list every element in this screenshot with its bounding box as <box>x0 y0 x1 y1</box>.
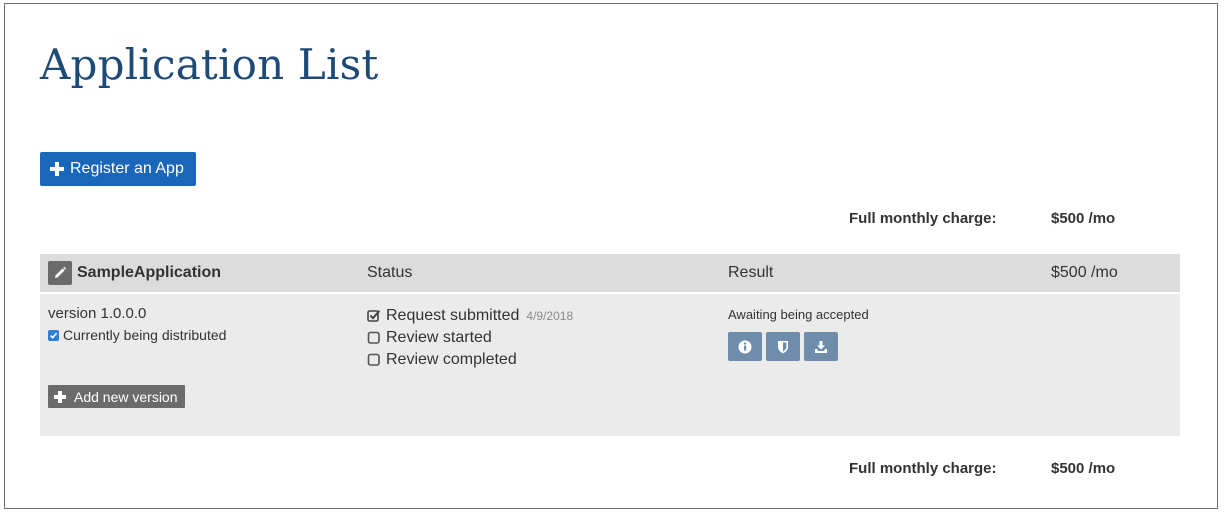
page-title: Application List <box>40 40 379 89</box>
status-list: Request submitted 4/9/2018 Review starte… <box>367 305 573 371</box>
checkbox-empty-icon <box>367 331 380 344</box>
status-item-review-completed: Review completed <box>367 349 573 371</box>
status-item-review-started: Review started <box>367 327 573 349</box>
application-name: SampleApplication <box>77 264 222 281</box>
application-header-row: SampleApplication Status Result $500 /mo <box>40 254 1180 292</box>
application-version-row: version 1.0.0.0 Currently being distribu… <box>40 294 1180 436</box>
monthly-charge-top: Full monthly charge: $500 /mo <box>0 210 1224 230</box>
monthly-charge-value: $500 /mo <box>1051 210 1116 227</box>
pencil-icon[interactable] <box>48 261 72 285</box>
status-label: Review started <box>386 329 492 346</box>
monthly-charge-label: Full monthly charge: <box>849 460 997 477</box>
shield-icon[interactable] <box>766 332 800 361</box>
add-new-version-button[interactable]: Add new version <box>48 385 185 408</box>
status-column-header: Status <box>367 264 413 281</box>
register-app-label: Register an App <box>70 160 184 177</box>
info-icon[interactable] <box>728 332 762 361</box>
download-icon[interactable] <box>804 332 838 361</box>
result-column-header: Result <box>728 264 774 281</box>
register-app-button[interactable]: Register an App <box>40 152 196 186</box>
status-label: Review completed <box>386 351 517 368</box>
result-text: Awaiting being accepted <box>728 307 869 322</box>
status-item-request-submitted: Request submitted 4/9/2018 <box>367 305 573 327</box>
checkbox-checked-icon[interactable] <box>48 329 59 341</box>
checkbox-empty-icon <box>367 353 380 366</box>
application-price: $500 /mo <box>1051 264 1118 281</box>
version-label: version 1.0.0.0 <box>48 305 147 322</box>
result-actions <box>728 332 838 361</box>
monthly-charge-value: $500 /mo <box>1051 460 1116 477</box>
plus-icon <box>50 162 64 176</box>
plus-icon <box>54 390 66 403</box>
status-label: Request submitted <box>386 307 520 324</box>
monthly-charge-label: Full monthly charge: <box>849 210 997 227</box>
distributed-checkbox[interactable]: Currently being distributed <box>48 327 226 343</box>
checkbox-checked-icon <box>367 310 381 322</box>
monthly-charge-bottom: Full monthly charge: $500 /mo <box>0 460 1224 480</box>
add-new-version-label: Add new version <box>74 388 178 405</box>
distributed-label: Currently being distributed <box>63 327 227 343</box>
status-date: 4/9/2018 <box>526 309 574 323</box>
